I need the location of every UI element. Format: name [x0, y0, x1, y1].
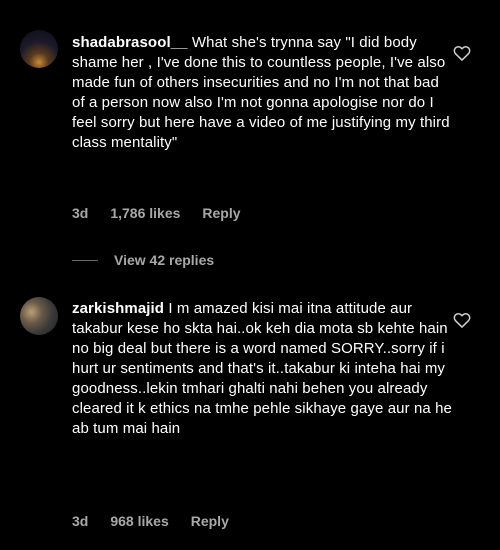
comment-meta: 3d 1,786 likes Reply [72, 205, 263, 221]
reply-button[interactable]: Reply [191, 513, 229, 529]
comment-text: What she's trynna say "I did body shame … [72, 34, 450, 151]
divider [72, 259, 98, 261]
avatar[interactable] [20, 297, 58, 335]
comment-body: zarkishmajid I m amazed kisi mai itna at… [72, 299, 452, 439]
view-replies-label: View 42 replies [114, 252, 215, 268]
view-replies-button[interactable]: View 42 replies [72, 250, 214, 270]
like-count[interactable]: 1,786 likes [110, 205, 180, 221]
heart-outline-icon[interactable] [452, 310, 472, 330]
comment-time: 3d [72, 205, 89, 221]
reply-button[interactable]: Reply [202, 205, 240, 221]
avatar[interactable] [20, 30, 58, 68]
comment-body: shadabrasool__ What she's trynna say "I … [72, 33, 452, 153]
comment-time: 3d [72, 513, 89, 529]
comment-meta: 3d 968 likes Reply [72, 513, 251, 529]
username[interactable]: zarkishmajid [72, 300, 164, 317]
heart-outline-icon[interactable] [452, 43, 472, 63]
username[interactable]: shadabrasool__ [72, 34, 188, 51]
like-count[interactable]: 968 likes [110, 513, 168, 529]
comment-text: I m amazed kisi mai itna attitude aur ta… [72, 300, 452, 437]
